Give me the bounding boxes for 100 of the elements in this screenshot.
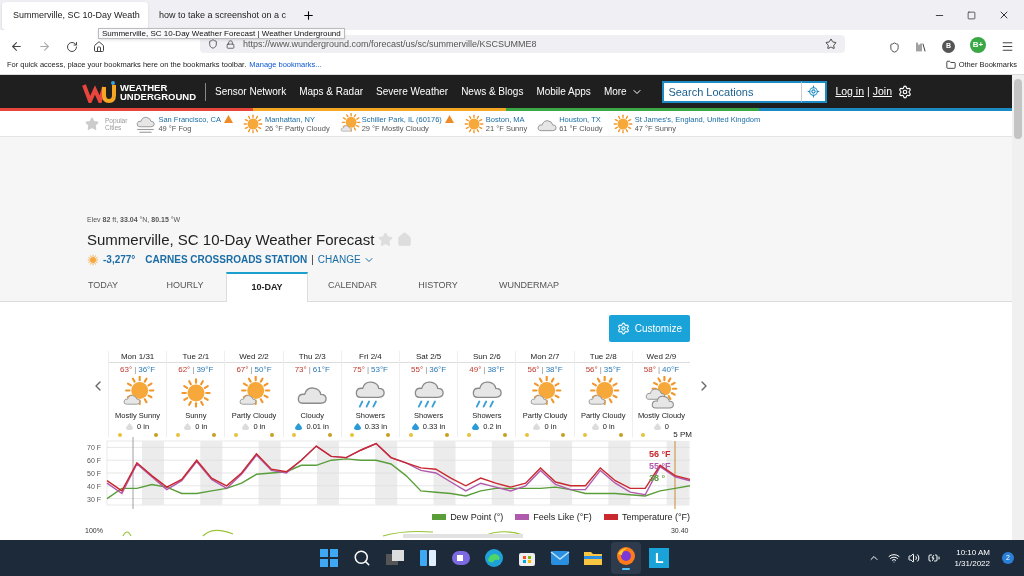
separator: |	[867, 83, 870, 99]
page-tab[interactable]: TODAY	[62, 271, 144, 301]
search-field[interactable]: Search Locations	[662, 80, 802, 103]
nav-link[interactable]: Sensor Network	[215, 84, 287, 99]
video-chat-icon[interactable]	[451, 549, 472, 567]
legend-label: Feels Like (°F)	[533, 510, 592, 524]
page-title: Summerville, SC 10-Day Weather Forecast	[87, 229, 375, 250]
low-temp: 40°F	[662, 365, 679, 374]
day-label: Mon 1/31	[109, 351, 167, 363]
back-icon[interactable]	[10, 40, 23, 53]
locate-button[interactable]	[801, 80, 828, 103]
day-label: Tue 2/1	[167, 351, 225, 363]
page-tab[interactable]: CALENDAR	[308, 271, 397, 301]
sunrise-icon	[234, 432, 238, 437]
sunset-icon	[619, 432, 624, 437]
low-temp: 36°F	[429, 365, 447, 374]
menu-icon[interactable]	[1001, 40, 1014, 53]
legend-label: Temperature (°F)	[621, 510, 690, 524]
station-temperature: -3,277°	[103, 253, 136, 267]
clock-date[interactable]: 1/31/2022	[954, 558, 990, 569]
legend-swatch	[515, 514, 530, 521]
wifi-icon[interactable]	[888, 552, 901, 564]
logo-text[interactable]: WEATHER UNDERGROUND	[120, 82, 196, 101]
sun-icon	[87, 253, 99, 266]
sunset-icon	[561, 432, 565, 437]
login-link[interactable]: Log in	[835, 83, 864, 100]
reload-icon[interactable]	[66, 41, 78, 53]
sunrise-icon	[292, 432, 297, 437]
browser-tab[interactable]: Summerville, SC 10-Day Weath	[2, 2, 148, 30]
sun-icon	[178, 376, 213, 410]
page-tab[interactable]: 10-DAY	[226, 272, 308, 302]
more-menu[interactable]: More	[603, 84, 643, 99]
separator: |	[541, 365, 544, 374]
change-station-link[interactable]: CHANGE	[317, 252, 375, 267]
sunrise-icon	[117, 432, 122, 437]
low-temp: 53°F	[371, 365, 388, 374]
day-label: Thu 2/3	[283, 351, 341, 363]
mail-icon[interactable]	[550, 550, 571, 566]
sunrise-icon	[466, 432, 471, 437]
battery-icon[interactable]	[928, 552, 941, 564]
high-temp: 62°	[178, 365, 191, 374]
folder-icon[interactable]	[583, 549, 604, 567]
restore-icon[interactable]	[967, 10, 976, 20]
windows-start-icon[interactable]	[319, 548, 340, 568]
nav-link[interactable]: News & Blogs	[461, 84, 524, 99]
time-marker-label: 5 PM	[672, 429, 693, 441]
page-tab[interactable]: WUNDERMAP	[479, 271, 579, 301]
browser-tab[interactable]: how to take a screenshot on a c	[148, 2, 294, 30]
separator: |	[311, 253, 314, 267]
search-icon[interactable]	[353, 549, 372, 567]
separator: |	[366, 365, 369, 374]
nav-link[interactable]: Severe Weather	[376, 84, 449, 99]
sunrise-icon	[525, 432, 529, 437]
fox-globe-icon[interactable]	[616, 546, 637, 566]
low-temp: 38°F	[545, 365, 563, 374]
favorite-star-icon[interactable]	[378, 232, 394, 248]
nav-link[interactable]: Maps & Radar	[299, 84, 364, 99]
nav-link[interactable]: Mobile Apps	[536, 84, 591, 99]
station-name: CARNES CROSSROADS STATION	[145, 253, 308, 267]
settings-icon	[616, 322, 630, 335]
high-temp: 67°	[236, 365, 249, 374]
task-view-icon[interactable]	[385, 549, 406, 567]
separator: |	[599, 365, 602, 374]
low-temp: 38°F	[487, 365, 505, 374]
sun-icon	[611, 112, 634, 135]
day-label: Sat 2/5	[400, 351, 458, 363]
volume-icon[interactable]	[908, 552, 921, 564]
page-tab[interactable]: HISTORY	[397, 271, 479, 301]
scrollbar[interactable]	[1012, 75, 1024, 540]
logo-icon[interactable]	[82, 80, 116, 103]
high-temp: 56°	[527, 365, 540, 374]
separator: |	[192, 365, 195, 374]
star-icon[interactable]	[85, 116, 99, 131]
new-tab-icon[interactable]	[302, 9, 315, 22]
clock-time[interactable]: 10:10 AM	[956, 547, 990, 558]
legend-swatch	[603, 514, 618, 521]
sunset-icon	[386, 432, 391, 437]
lock-icon	[226, 39, 235, 49]
sunset-icon	[211, 432, 216, 437]
separator: |	[134, 365, 137, 374]
sunrise-icon	[641, 432, 646, 437]
page-tab[interactable]: HOURLY	[144, 271, 226, 301]
browser-wave-icon[interactable]	[484, 548, 505, 568]
sun-icon	[241, 112, 264, 135]
separator: |	[250, 365, 253, 374]
sunset-icon	[328, 432, 333, 437]
low-temp: 39°F	[196, 365, 214, 374]
bookmark-star-icon[interactable]	[825, 38, 837, 50]
sun-icon	[462, 112, 485, 135]
library-icon[interactable]	[915, 41, 927, 53]
join-link[interactable]: Join	[872, 83, 892, 100]
high-temp: 49°	[469, 365, 482, 374]
close-icon[interactable]	[998, 9, 1010, 21]
sunset-icon	[153, 432, 158, 437]
low-temp: 36°F	[138, 365, 156, 374]
settings-icon[interactable]	[898, 84, 912, 99]
widgets-icon[interactable]	[419, 549, 438, 567]
home-icon[interactable]	[93, 41, 105, 53]
sunrise-icon	[175, 432, 180, 437]
sunrise-icon	[583, 432, 588, 437]
